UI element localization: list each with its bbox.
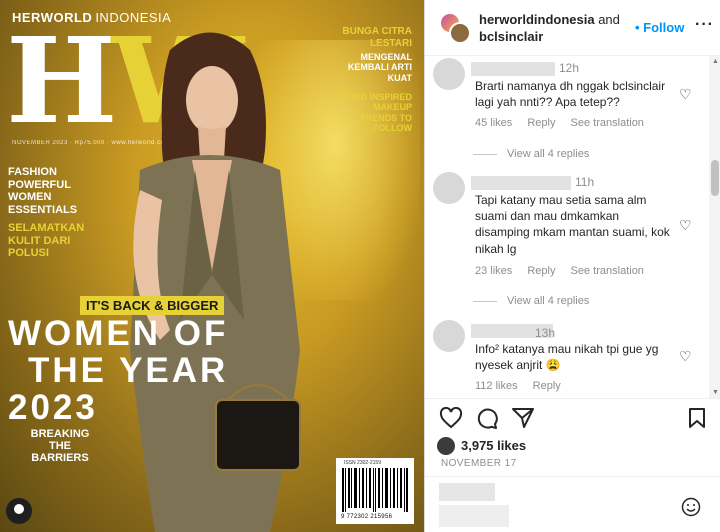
comments-scrollbar[interactable]: ▲ ▼ — [709, 56, 720, 398]
post-header: herworldindonesia and bclsinclair • Foll… — [425, 0, 720, 56]
back-bigger-badge: IT'S BACK & BIGGER — [80, 296, 225, 315]
follow-button[interactable]: • Follow — [635, 20, 684, 35]
scrollbar-thumb[interactable] — [711, 160, 719, 196]
account-link-herworld[interactable]: herworldindonesia — [479, 12, 595, 27]
redacted-text — [439, 505, 509, 527]
teaser-mengenal: MENGENAL KEMBALI ARTI KUAT — [347, 52, 412, 83]
comment-text: Brarti namanya dh nggak bclsinclair lagi… — [475, 79, 666, 110]
comment-text: Info² katanya mau nikah tpi gue yg nyese… — [475, 342, 659, 373]
emoji-icon[interactable] — [681, 497, 701, 517]
add-comment-area[interactable] — [425, 476, 720, 532]
heart-icon[interactable]: ♡ — [679, 86, 692, 103]
comment-likes[interactable]: 112 likes — [475, 380, 518, 392]
avatar[interactable] — [449, 22, 471, 44]
account-link-bclsinclair[interactable]: bclsinclair — [479, 29, 543, 44]
author-avatars[interactable] — [439, 12, 471, 44]
scroll-up-icon[interactable]: ▲ — [712, 58, 719, 65]
post-panel: herworldindonesia and bclsinclair • Foll… — [424, 0, 720, 532]
avatar[interactable] — [433, 58, 465, 90]
comments-list: 12h Brarti namanya dh nggak bclsinclair … — [425, 56, 709, 398]
teaser-fashion: FASHION POWERFUL WOMEN ESSENTIALS — [8, 166, 78, 216]
heart-icon[interactable] — [439, 407, 463, 429]
post-date: NOVEMBER 17 — [441, 458, 517, 469]
breaking-barriers: BREAKING THE BARRIERS — [30, 428, 90, 465]
heart-icon[interactable]: ♡ — [679, 348, 692, 365]
heart-icon[interactable]: ♡ — [679, 217, 692, 234]
barcode: ISSN 2302-2159 9 772302 215956 — [336, 458, 414, 524]
view-replies-button[interactable]: View all 4 replies — [473, 295, 589, 307]
share-icon[interactable] — [511, 407, 535, 429]
tagged-users-icon[interactable] — [6, 498, 32, 524]
post-image[interactable]: HERWORLDINDONESIA HW NOVEMBER 2023 · Rp7… — [0, 0, 424, 532]
username-redacted[interactable] — [471, 62, 555, 76]
avatar[interactable] — [433, 172, 465, 204]
likes-count[interactable]: 3,975 likes — [461, 438, 526, 453]
avatar[interactable] — [433, 320, 465, 352]
teaser-selamatkan: SELAMATKAN KULIT DARI POLUSI — [8, 222, 85, 260]
women-of-the-year-title: WOMEN OF THE YEAR 2023 — [8, 314, 229, 427]
cover-model-figure — [130, 32, 301, 532]
username-redacted[interactable] — [471, 176, 571, 190]
redacted-text — [439, 483, 495, 501]
comment-meta: 23 likes Reply See translation — [475, 265, 656, 277]
comment-meta: 112 likes Reply — [475, 380, 573, 392]
view-replies-button[interactable]: View all 4 replies — [473, 148, 589, 160]
comment-icon[interactable] — [475, 407, 499, 429]
comment-meta: 45 likes Reply See translation — [475, 117, 656, 129]
comment-text: Tapi katany mau setia sama alm suami dan… — [475, 193, 670, 256]
comment-likes[interactable]: 23 likes — [475, 265, 512, 277]
author-names: herworldindonesia and bclsinclair — [479, 12, 620, 44]
teaser-food-makeup: FOOD INSPIRED MAKEUP TRENDS TO FOLLOW — [340, 92, 412, 134]
comment-likes[interactable]: 45 likes — [475, 117, 512, 129]
see-translation-button[interactable]: See translation — [571, 265, 644, 277]
more-options-button[interactable]: ··· — [695, 16, 714, 34]
comment-time: 12h — [559, 61, 580, 75]
comment-time: 11h — [575, 175, 595, 189]
reply-button[interactable]: Reply — [527, 117, 555, 129]
comment-time: 13h — [535, 326, 556, 340]
reply-button[interactable]: Reply — [527, 265, 555, 277]
avatar — [437, 437, 455, 455]
teaser-bunga-citra: BUNGA CITRA LESTARI — [342, 26, 412, 49]
post-actions — [425, 398, 720, 434]
bookmark-icon[interactable] — [687, 407, 707, 429]
see-translation-button[interactable]: See translation — [571, 117, 644, 129]
reply-button[interactable]: Reply — [533, 380, 561, 392]
scroll-down-icon[interactable]: ▼ — [712, 389, 719, 396]
